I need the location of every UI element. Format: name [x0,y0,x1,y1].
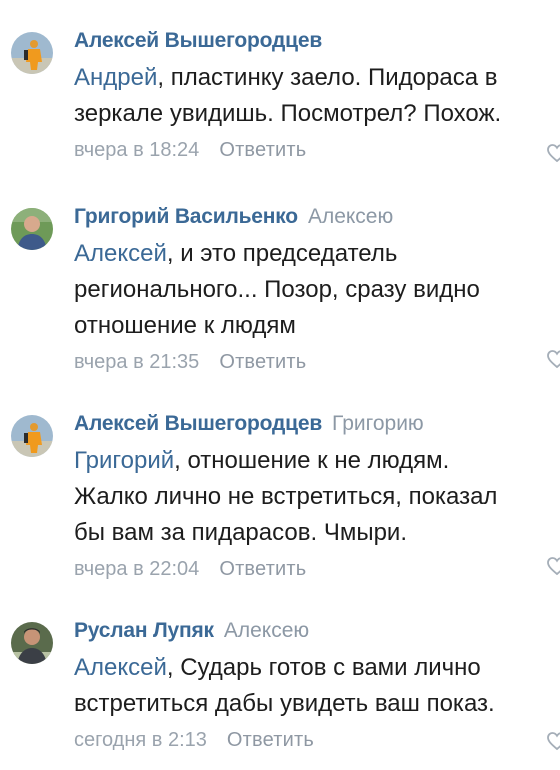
comment-text: Андрей, пластинку заело. Пидораса в зерк… [74,60,560,132]
like-heart-icon[interactable] [546,348,560,370]
reply-button[interactable]: Ответить [219,351,306,373]
comment-header: Руслан Лупяк Алексею [74,612,560,650]
comment-text: Алексей, и это председатель региональног… [74,236,560,344]
like-heart-icon[interactable] [546,555,560,577]
text-line: , и это председатель [166,240,398,267]
avatar-man-portrait-dark-icon [11,622,53,664]
text-line: зеркале увидишь. Посмотрел? Похож. [74,100,502,127]
avatar-orange-figure-icon [11,415,53,457]
comment-body: Руслан Лупяк Алексею Алексей, Сударь гото… [74,612,560,758]
text-line: бы вам за пидарасов. Чмыри. [74,519,407,546]
comment-text: Григорий, отношение к не людям. Жалко ли… [74,443,560,551]
comment-body: Григорий Васильенко Алексею Алексей, и эт… [74,198,560,380]
comment-header: Алексей Вышегородцев [74,22,560,60]
like-heart-icon[interactable] [546,142,560,164]
timestamp: вчера в 21:35 [74,351,200,373]
comment-body: Алексей Вышегородцев Андрей, пластинку з… [74,22,560,168]
reply-to-label[interactable]: Алексею [224,619,309,642]
text-line: отношение к людям [74,312,296,339]
timestamp: вчера в 18:24 [74,139,200,161]
author-name[interactable]: Алексей Вышегородцев [74,412,322,435]
reply-button[interactable]: Ответить [227,729,314,751]
author-name[interactable]: Руслан Лупяк [74,619,214,642]
comment-meta: вчера в 22:04 Ответить [74,551,560,587]
mention-link[interactable]: Алексей [74,240,167,267]
text-line: , отношение к не людям. [174,447,450,474]
reply-to-label[interactable]: Григорию [332,412,424,435]
author-name[interactable]: Григорий Васильенко [74,205,298,228]
comments-list: Алексей Вышегородцев Андрей, пластинку з… [0,0,560,770]
mention-link[interactable]: Григорий [74,447,174,474]
comment-meta: вчера в 18:24 Ответить [74,132,560,168]
avatar[interactable] [11,32,53,74]
like-heart-icon[interactable] [546,730,560,752]
mention-link[interactable]: Алексей [74,654,167,681]
comment-meta: сегодня в 2:13 Ответить [74,722,560,758]
text-line: Жалко лично не встретиться, показал [74,483,498,510]
mention-link[interactable]: Андрей [74,64,157,91]
text-line: , Сударь готов с вами лично [166,654,481,681]
avatar[interactable] [11,622,53,664]
text-line: , пластинку заело. Пидораса в [157,64,498,91]
text-line: встретиться дабы увидеть ваш показ. [74,690,495,717]
timestamp: вчера в 22:04 [74,558,200,580]
reply-to-label[interactable]: Алексею [308,205,393,228]
avatar[interactable] [11,208,53,250]
avatar-man-portrait-icon [11,208,53,250]
reply-button[interactable]: Ответить [219,558,306,580]
comment-header: Алексей Вышегородцев Григорию [74,405,560,443]
comment-meta: вчера в 21:35 Ответить [74,344,560,380]
timestamp: сегодня в 2:13 [74,729,207,751]
author-name[interactable]: Алексей Вышегородцев [74,29,322,52]
text-line: регионального... Позор, сразу видно [74,276,480,303]
reply-button[interactable]: Ответить [219,139,306,161]
comment-header: Григорий Васильенко Алексею [74,198,560,236]
comment-text: Алексей, Сударь готов с вами лично встре… [74,650,560,722]
avatar-orange-figure-icon [11,32,53,74]
avatar[interactable] [11,415,53,457]
comment-body: Алексей Вышегородцев Григорию Григорий, о… [74,405,560,587]
